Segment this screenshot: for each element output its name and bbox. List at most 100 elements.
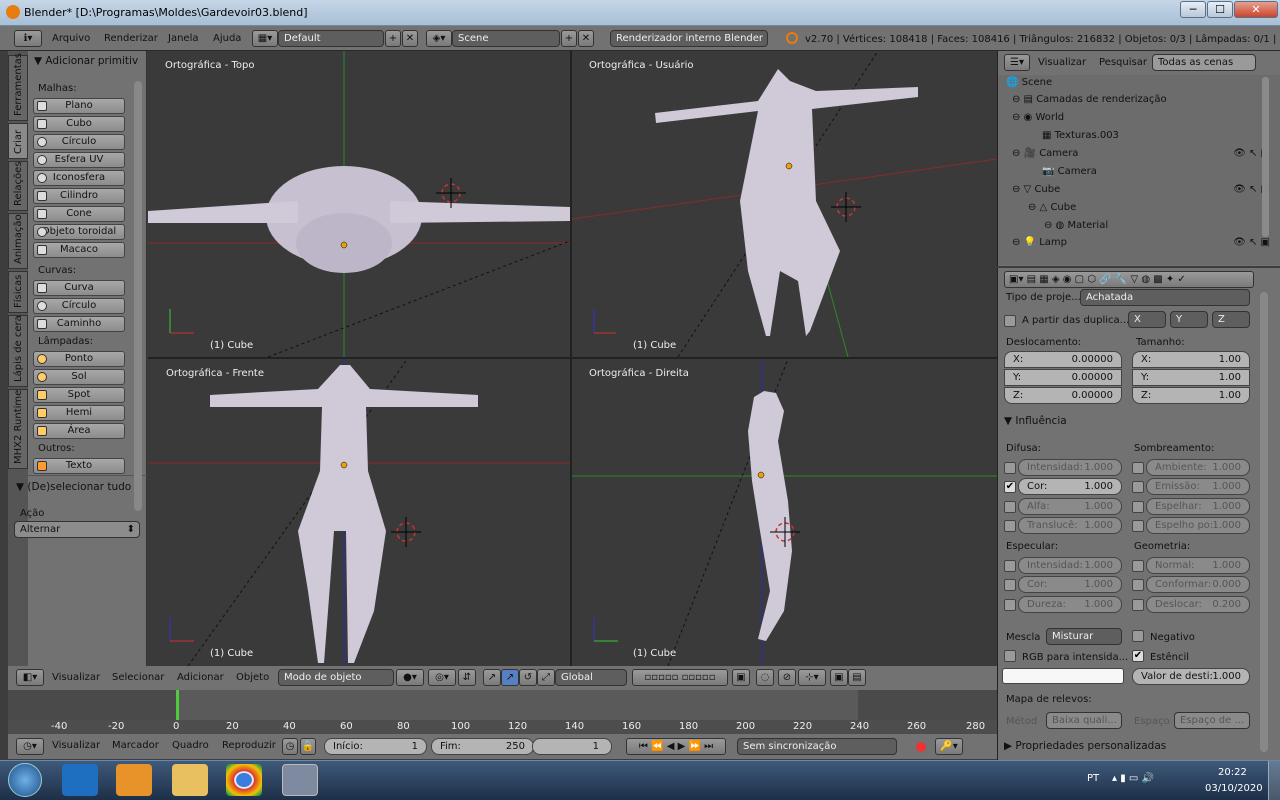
projection-select[interactable]: Achatada — [1080, 289, 1250, 306]
start-frame-field[interactable]: Início: 1 — [324, 738, 427, 755]
add-scene-icon[interactable]: + — [561, 30, 577, 47]
tree-world[interactable]: ⊖ ◉ World — [1012, 112, 1064, 130]
offset-y-field[interactable]: Y: 0.00000 — [1004, 369, 1122, 386]
properties-scrollbar[interactable] — [1260, 292, 1268, 752]
media-player-icon[interactable] — [116, 764, 152, 796]
menu-quadro[interactable]: Quadro — [172, 740, 209, 751]
language-indicator[interactable]: PT — [1087, 773, 1099, 784]
add-cubo-button[interactable]: Cubo — [33, 116, 125, 132]
mirror-color-checkbox[interactable] — [1132, 520, 1144, 532]
influence-panel-header[interactable]: ▼ Influência — [1004, 415, 1067, 427]
remove-scene-icon[interactable]: ✕ — [578, 30, 594, 47]
axis-y-select[interactable]: Y — [1170, 311, 1208, 328]
chrome-icon[interactable] — [226, 764, 262, 796]
add-spot-button[interactable]: Spot — [33, 387, 125, 403]
preview-range-icon[interactable]: ◷ — [282, 738, 298, 755]
hardness-field[interactable]: Dureza: 1.000 — [1018, 596, 1122, 613]
mode-select[interactable]: Modo de objeto — [278, 669, 394, 686]
menu-objeto[interactable]: Objeto — [236, 672, 269, 683]
operator-panel-header[interactable]: ▼ (De)selecionar tudo — [16, 481, 131, 493]
menu-pesquisar[interactable]: Pesquisar — [1099, 57, 1147, 68]
diffuse-alpha-field[interactable]: Alfa: 1.000 — [1018, 498, 1122, 515]
mirror-checkbox[interactable] — [1132, 501, 1144, 513]
add-curve-circulo-button[interactable]: Círculo — [33, 298, 125, 314]
add-area-button[interactable]: Área — [33, 423, 125, 439]
diffuse-color-checkbox[interactable]: ✔ — [1004, 481, 1016, 493]
menu-marcador[interactable]: Marcador — [112, 740, 159, 751]
tab-mhx2-runtime[interactable]: MHX2 Runtime — [8, 389, 28, 469]
render-anim-icon[interactable]: ▤ — [848, 669, 866, 686]
snap-element-icon[interactable]: ⊹▾ — [798, 669, 826, 686]
diffuse-intensity-field[interactable]: Intensidad: 1.000 — [1018, 459, 1122, 476]
visibility-icons[interactable]: 👁 ↖ ▣ — [1233, 237, 1270, 248]
editor-type-outliner-icon[interactable]: ☰▾ — [1004, 54, 1030, 71]
tab-fisicas[interactable]: Físicas — [8, 271, 28, 313]
spec-color-checkbox[interactable] — [1004, 579, 1016, 591]
tree-texture[interactable]: ▦ Texturas.003 — [1042, 130, 1119, 148]
blend-select[interactable]: Misturar — [1046, 628, 1122, 645]
render-still-icon[interactable]: ▣ — [830, 669, 848, 686]
bump-method-select[interactable]: Baixa quali... — [1046, 712, 1122, 729]
axis-x-select[interactable]: X — [1128, 311, 1166, 328]
blender-taskbar-icon[interactable] — [282, 764, 318, 796]
normal-checkbox[interactable] — [1132, 560, 1144, 572]
size-z-field[interactable]: Z: 1.00 — [1132, 387, 1250, 404]
proportional-icon[interactable]: ◌ — [756, 669, 774, 686]
pivot-icon[interactable]: ◎▾ — [428, 669, 456, 686]
display-mode-select[interactable]: Todas as cenas — [1152, 54, 1256, 71]
dupli-checkbox[interactable] — [1004, 315, 1016, 327]
playback-controls[interactable]: ⏮ ⏪ ◀ ▶ ⏩ ⏭ — [626, 738, 726, 755]
translate-icon[interactable]: ↗ — [501, 669, 519, 686]
file-explorer-icon[interactable] — [172, 764, 208, 796]
show-desktop-button[interactable] — [1268, 761, 1280, 800]
tray-icons[interactable]: ▴ ▮ ▭ 🔊 — [1112, 773, 1154, 784]
add-texto-button[interactable]: Texto — [33, 458, 125, 474]
clock-time[interactable]: 20:22 — [1218, 767, 1247, 778]
size-x-field[interactable]: X: 1.00 — [1132, 351, 1250, 368]
tree-cube-mesh[interactable]: ⊖ △ Cube — [1028, 202, 1076, 220]
add-torus-button[interactable]: Objeto toroidal — [33, 224, 125, 240]
add-ponto-button[interactable]: Ponto — [33, 351, 125, 367]
menu-janela[interactable]: Janela — [168, 33, 198, 44]
ambient-field[interactable]: Ambiente: 1.000 — [1146, 459, 1250, 476]
menu-visualizar[interactable]: Visualizar — [52, 672, 100, 683]
scene-icon[interactable]: ◈▾ — [426, 30, 452, 47]
orientation-select[interactable]: Global — [555, 669, 627, 686]
ambient-checkbox[interactable] — [1132, 462, 1144, 474]
end-frame-field[interactable]: Fim: 250 — [431, 738, 534, 755]
mirror-color-field[interactable]: Espelho po: 1.000 — [1146, 517, 1250, 534]
tree-material[interactable]: ⊖ ◍ Material — [1044, 220, 1108, 238]
lock-range-icon[interactable]: 🔒 — [300, 738, 316, 755]
rotate-icon[interactable]: ↺ — [519, 669, 537, 686]
tree-scene[interactable]: 🌐 Scene — [1006, 77, 1052, 95]
tab-criar[interactable]: Criar — [8, 123, 28, 159]
mirror-field[interactable]: Espelhar: 1.000 — [1146, 498, 1250, 515]
editor-type-3d-icon[interactable]: ◧▾ — [16, 669, 44, 686]
color-swatch[interactable] — [1002, 668, 1124, 684]
diffuse-color-field[interactable]: Cor: 1.000 — [1018, 478, 1122, 495]
add-iconosfera-button[interactable]: Iconosfera — [33, 170, 125, 186]
add-curva-button[interactable]: Curva — [33, 280, 125, 296]
properties-tabs[interactable]: ▣▾ ▤ ▦ ◈ ◉ ▢ ⬡ 🔗 🔧 ▽ ◍ ▩ ✦ ✓ — [1004, 271, 1254, 288]
maximize-button[interactable]: ☐ — [1207, 1, 1233, 18]
layers-grid[interactable]: ▫▫▫▫▫ ▫▫▫▫▫ — [632, 669, 728, 686]
displace-checkbox[interactable] — [1132, 599, 1144, 611]
sync-select[interactable]: Sem sincronização — [737, 738, 897, 755]
stencil-checkbox[interactable]: ✔ — [1132, 650, 1144, 662]
menu-arquivo[interactable]: Arquivo — [52, 33, 90, 44]
snap-icon[interactable]: ⊘ — [778, 669, 796, 686]
spec-intensity-checkbox[interactable] — [1004, 560, 1016, 572]
tree-camera[interactable]: ⊖ 🎥 Camera 👁 ↖ ▣ — [1012, 148, 1274, 166]
remove-layout-icon[interactable]: ✕ — [402, 30, 418, 47]
menu-tl-visualizar[interactable]: Visualizar — [52, 740, 100, 751]
warp-checkbox[interactable] — [1132, 579, 1144, 591]
transform-icon[interactable]: ↗ — [483, 669, 501, 686]
keying-set-icon[interactable]: 🔑▾ — [935, 738, 963, 755]
record-icon[interactable] — [916, 742, 926, 752]
current-frame-marker[interactable] — [176, 690, 179, 720]
bump-space-select[interactable]: Espaço de ... — [1174, 712, 1250, 729]
hardness-checkbox[interactable] — [1004, 599, 1016, 611]
editor-type-info-icon[interactable]: ℹ▾ — [14, 30, 42, 47]
screen-layout-icon[interactable]: ▦▾ — [252, 30, 278, 47]
menu-ajuda[interactable]: Ajuda — [213, 33, 241, 44]
